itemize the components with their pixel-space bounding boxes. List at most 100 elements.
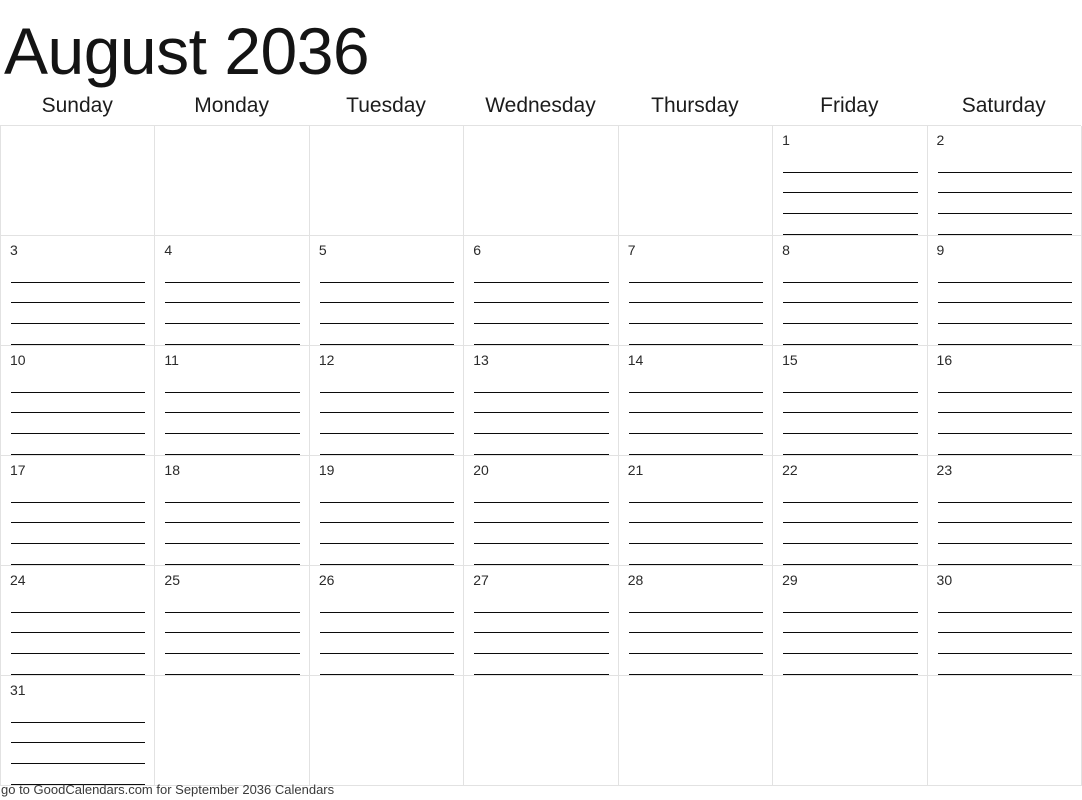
- day-cell-5[interactable]: 5: [309, 236, 465, 346]
- writing-line[interactable]: [628, 262, 764, 283]
- writing-line[interactable]: [628, 324, 764, 345]
- day-cell-31[interactable]: 31: [1, 676, 156, 786]
- writing-line[interactable]: [165, 283, 300, 304]
- day-cell-9[interactable]: 9: [927, 236, 1082, 346]
- writing-line[interactable]: [165, 262, 300, 283]
- writing-line[interactable]: [474, 544, 609, 565]
- writing-line[interactable]: [11, 372, 146, 393]
- writing-line[interactable]: [783, 372, 918, 393]
- writing-line[interactable]: [474, 393, 609, 414]
- writing-line[interactable]: [474, 324, 609, 345]
- writing-line[interactable]: [937, 654, 1072, 675]
- writing-line[interactable]: [474, 372, 609, 393]
- writing-line[interactable]: [783, 393, 918, 414]
- writing-line[interactable]: [165, 592, 300, 613]
- writing-line[interactable]: [319, 434, 455, 455]
- writing-line[interactable]: [628, 613, 764, 634]
- writing-line[interactable]: [783, 413, 918, 435]
- day-cell-25[interactable]: 25: [155, 566, 310, 676]
- writing-line[interactable]: [11, 324, 146, 345]
- writing-line[interactable]: [783, 193, 918, 215]
- writing-line[interactable]: [474, 283, 609, 304]
- writing-line[interactable]: [165, 544, 300, 565]
- day-cell-15[interactable]: 15: [773, 346, 928, 456]
- writing-line[interactable]: [937, 482, 1072, 503]
- writing-line[interactable]: [11, 523, 146, 545]
- day-cell-17[interactable]: 17: [1, 456, 156, 566]
- day-cell-2[interactable]: 2: [927, 126, 1082, 236]
- writing-line[interactable]: [11, 393, 146, 414]
- writing-line[interactable]: [474, 303, 609, 325]
- writing-line[interactable]: [165, 393, 300, 414]
- writing-line[interactable]: [628, 654, 764, 675]
- writing-line[interactable]: [474, 413, 609, 435]
- writing-line[interactable]: [11, 723, 146, 744]
- writing-line[interactable]: [474, 482, 609, 503]
- writing-line[interactable]: [165, 482, 300, 503]
- writing-line[interactable]: [11, 702, 146, 723]
- writing-line[interactable]: [474, 613, 609, 634]
- writing-line[interactable]: [11, 303, 146, 325]
- writing-line[interactable]: [474, 523, 609, 545]
- writing-line[interactable]: [319, 592, 455, 613]
- writing-line[interactable]: [319, 544, 455, 565]
- writing-line[interactable]: [319, 613, 455, 634]
- writing-line[interactable]: [937, 613, 1072, 634]
- writing-line[interactable]: [628, 393, 764, 414]
- writing-line[interactable]: [783, 633, 918, 655]
- writing-line[interactable]: [783, 324, 918, 345]
- writing-line[interactable]: [165, 324, 300, 345]
- writing-line[interactable]: [783, 613, 918, 634]
- writing-line[interactable]: [937, 283, 1072, 304]
- day-cell-8[interactable]: 8: [773, 236, 928, 346]
- writing-line[interactable]: [937, 193, 1072, 215]
- writing-line[interactable]: [628, 482, 764, 503]
- day-cell-7[interactable]: 7: [618, 236, 774, 346]
- writing-line[interactable]: [783, 503, 918, 524]
- writing-line[interactable]: [937, 214, 1072, 235]
- writing-line[interactable]: [11, 503, 146, 524]
- writing-line[interactable]: [783, 262, 918, 283]
- writing-line[interactable]: [628, 544, 764, 565]
- writing-line[interactable]: [319, 413, 455, 435]
- day-cell-29[interactable]: 29: [773, 566, 928, 676]
- writing-line[interactable]: [165, 413, 300, 435]
- writing-line[interactable]: [165, 613, 300, 634]
- writing-line[interactable]: [937, 262, 1072, 283]
- day-cell-27[interactable]: 27: [464, 566, 619, 676]
- writing-line[interactable]: [319, 633, 455, 655]
- day-cell-13[interactable]: 13: [464, 346, 619, 456]
- writing-line[interactable]: [937, 303, 1072, 325]
- writing-line[interactable]: [783, 173, 918, 194]
- writing-line[interactable]: [11, 434, 146, 455]
- day-cell-4[interactable]: 4: [155, 236, 310, 346]
- writing-line[interactable]: [474, 434, 609, 455]
- writing-line[interactable]: [319, 262, 455, 283]
- writing-line[interactable]: [165, 434, 300, 455]
- writing-line[interactable]: [11, 283, 146, 304]
- writing-line[interactable]: [11, 654, 146, 675]
- day-cell-21[interactable]: 21: [618, 456, 774, 566]
- writing-line[interactable]: [628, 303, 764, 325]
- writing-line[interactable]: [783, 482, 918, 503]
- writing-line[interactable]: [783, 152, 918, 173]
- day-cell-30[interactable]: 30: [927, 566, 1082, 676]
- day-cell-28[interactable]: 28: [618, 566, 774, 676]
- writing-line[interactable]: [937, 173, 1072, 194]
- writing-line[interactable]: [628, 434, 764, 455]
- writing-line[interactable]: [937, 434, 1072, 455]
- writing-line[interactable]: [165, 523, 300, 545]
- writing-line[interactable]: [783, 523, 918, 545]
- writing-line[interactable]: [628, 503, 764, 524]
- writing-line[interactable]: [474, 262, 609, 283]
- writing-line[interactable]: [937, 544, 1072, 565]
- writing-line[interactable]: [319, 654, 455, 675]
- writing-line[interactable]: [11, 592, 146, 613]
- day-cell-26[interactable]: 26: [309, 566, 465, 676]
- day-cell-24[interactable]: 24: [1, 566, 156, 676]
- day-cell-10[interactable]: 10: [1, 346, 156, 456]
- writing-line[interactable]: [11, 413, 146, 435]
- writing-line[interactable]: [783, 544, 918, 565]
- writing-line[interactable]: [628, 372, 764, 393]
- writing-line[interactable]: [937, 503, 1072, 524]
